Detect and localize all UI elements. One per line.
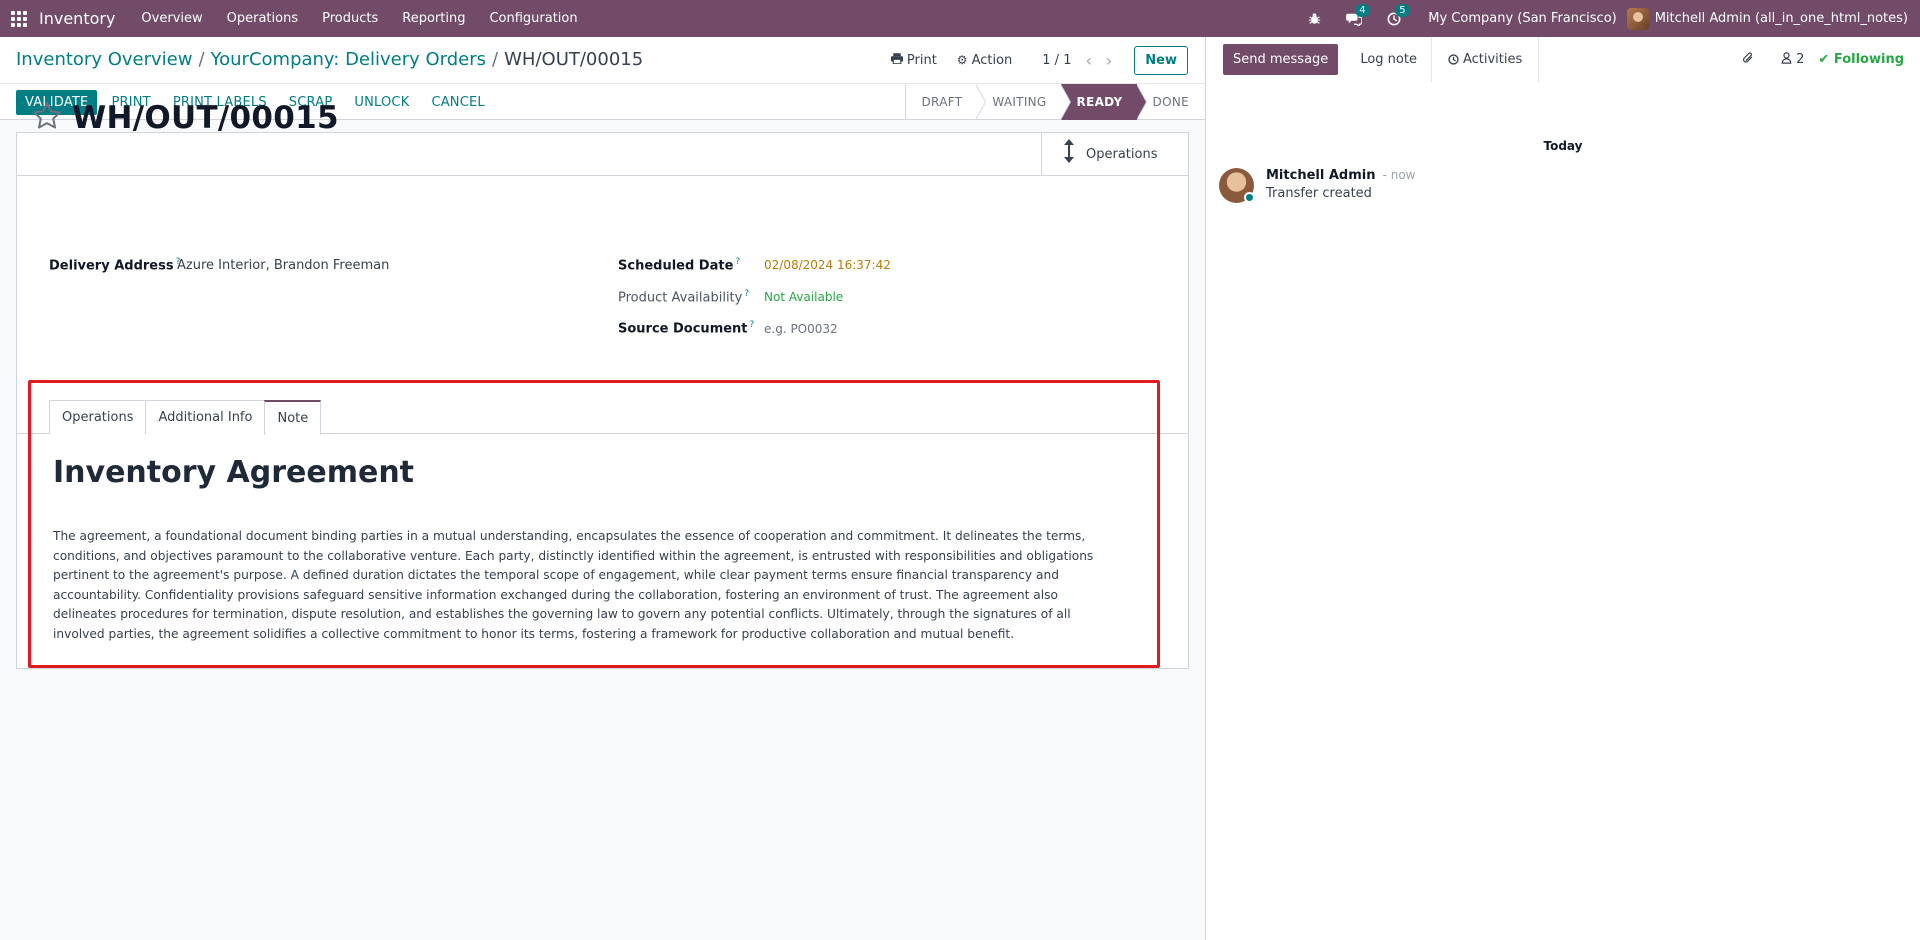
star-icon[interactable] bbox=[32, 101, 62, 136]
log-note-button[interactable]: Log note bbox=[1346, 37, 1432, 82]
record-title-row: WH/OUT/00015 bbox=[32, 100, 339, 136]
notebook-tabs: Operations Additional Info Note bbox=[49, 400, 322, 435]
stage-waiting[interactable]: WAITING bbox=[976, 84, 1071, 120]
user-avatar bbox=[1626, 7, 1649, 30]
breadcrumb-current: WH/OUT/00015 bbox=[504, 49, 644, 70]
top-navbar: Inventory Overview Operations Products R… bbox=[0, 0, 1920, 37]
check-icon: ✔ bbox=[1818, 52, 1830, 67]
apps-menu-icon[interactable] bbox=[0, 0, 37, 37]
print-menu-button[interactable]: Print bbox=[890, 53, 937, 68]
delivery-address-value[interactable]: Azure Interior, Brandon Freeman bbox=[177, 258, 389, 273]
activities-button[interactable]: Activities bbox=[1432, 37, 1540, 82]
chatter-message: Mitchell Admin - now Transfer created bbox=[1219, 168, 1416, 203]
messages-badge: 4 bbox=[1355, 3, 1370, 17]
note-body[interactable]: The agreement, a foundational document b… bbox=[53, 527, 1125, 644]
scheduled-date-field: Scheduled Date? bbox=[618, 257, 740, 273]
action-menu-button[interactable]: ⚙ Action bbox=[957, 53, 1012, 68]
following-button[interactable]: ✔ Following bbox=[1818, 52, 1904, 67]
pager-value[interactable]: 1 / 1 bbox=[1042, 53, 1071, 68]
stage-pipeline: DRAFT WAITING READY DONE bbox=[904, 84, 1190, 120]
unlock-button[interactable]: UNLOCK bbox=[354, 95, 409, 110]
messages-icon[interactable]: 4 bbox=[1344, 3, 1370, 29]
clock-icon bbox=[1448, 54, 1459, 65]
tab-operations[interactable]: Operations bbox=[49, 400, 147, 434]
stage-draft[interactable]: DRAFT bbox=[906, 84, 987, 120]
menu-products[interactable]: Products bbox=[310, 11, 390, 26]
user-menu[interactable]: Mitchell Admin (all_in_one_html_notes) bbox=[1626, 7, 1908, 30]
date-separator: Today bbox=[1543, 139, 1583, 153]
help-tooltip-icon[interactable]: ? bbox=[744, 289, 749, 299]
company-switcher[interactable]: My Company (San Francisco) bbox=[1428, 11, 1616, 26]
scheduled-date-value[interactable]: 02/08/2024 16:37:42 bbox=[764, 258, 891, 272]
source-document-label: Source Document bbox=[618, 321, 748, 337]
control-panel: Inventory Overview / YourCompany: Delivery… bbox=[0, 37, 1205, 83]
record-title: WH/OUT/00015 bbox=[72, 100, 339, 136]
source-document-input[interactable]: e.g. PO0032 bbox=[764, 322, 838, 336]
new-button[interactable]: New bbox=[1134, 45, 1188, 75]
user-icon bbox=[1781, 52, 1792, 64]
tab-additional-info[interactable]: Additional Info bbox=[145, 400, 266, 434]
help-tooltip-icon[interactable]: ? bbox=[750, 320, 755, 330]
online-status-icon bbox=[1244, 192, 1255, 203]
source-document-field: Source Document? bbox=[618, 320, 754, 336]
author-avatar[interactable] bbox=[1219, 168, 1255, 203]
user-name: Mitchell Admin (all_in_one_html_notes) bbox=[1654, 11, 1908, 26]
product-availability-field: Product Availability? bbox=[618, 289, 749, 305]
form-view: Inventory Overview / YourCompany: Delivery… bbox=[0, 37, 1205, 940]
chatter-panel: Send message Log note Activities 2 ✔ Fol… bbox=[1205, 37, 1920, 940]
pager-previous-icon[interactable]: ‹ bbox=[1085, 51, 1091, 70]
send-message-button[interactable]: Send message bbox=[1223, 44, 1339, 75]
attachment-paperclip-icon[interactable] bbox=[1742, 51, 1755, 69]
product-availability-label: Product Availability bbox=[618, 290, 743, 306]
menu-overview[interactable]: Overview bbox=[129, 11, 214, 26]
menu-operations[interactable]: Operations bbox=[215, 11, 310, 26]
followers-button[interactable]: 2 bbox=[1781, 52, 1804, 67]
message-time: - now bbox=[1382, 168, 1416, 182]
menu-reporting[interactable]: Reporting bbox=[390, 11, 477, 26]
breadcrumb: Inventory Overview / YourCompany: Delivery… bbox=[16, 49, 644, 70]
delivery-address-label: Delivery Address bbox=[49, 258, 174, 274]
chatter-topbar: Send message Log note Activities 2 ✔ Fol… bbox=[1206, 37, 1920, 82]
followers-count: 2 bbox=[1796, 52, 1805, 67]
printer-icon bbox=[890, 53, 903, 67]
breadcrumb-inventory-overview[interactable]: Inventory Overview bbox=[16, 49, 192, 70]
help-tooltip-icon[interactable]: ? bbox=[735, 257, 740, 267]
delivery-address-field: Delivery Address? bbox=[49, 257, 180, 273]
message-author[interactable]: Mitchell Admin bbox=[1266, 168, 1375, 183]
app-name[interactable]: Inventory bbox=[39, 9, 115, 28]
product-availability-value: Not Available bbox=[764, 290, 844, 304]
scheduled-date-label: Scheduled Date bbox=[618, 258, 734, 274]
menu-configuration[interactable]: Configuration bbox=[477, 11, 589, 26]
operations-smart-button[interactable]: Operations bbox=[1041, 133, 1188, 175]
activities-clock-icon[interactable]: 5 bbox=[1384, 3, 1410, 29]
gear-icon: ⚙ bbox=[956, 53, 968, 67]
pager-next-icon[interactable]: › bbox=[1106, 51, 1112, 70]
breadcrumb-delivery-orders[interactable]: YourCompany: Delivery Orders bbox=[211, 49, 487, 70]
debug-bug-icon[interactable] bbox=[1304, 9, 1324, 29]
note-heading[interactable]: Inventory Agreement bbox=[53, 455, 414, 490]
smart-button-box: Operations bbox=[17, 133, 1188, 176]
stage-ready[interactable]: READY bbox=[1060, 84, 1147, 120]
vertical-arrows-icon bbox=[1064, 139, 1074, 169]
message-text: Transfer created bbox=[1266, 186, 1372, 201]
cancel-button[interactable]: CANCEL bbox=[431, 95, 484, 110]
activities-badge: 5 bbox=[1395, 3, 1410, 17]
tab-note[interactable]: Note bbox=[264, 400, 322, 435]
